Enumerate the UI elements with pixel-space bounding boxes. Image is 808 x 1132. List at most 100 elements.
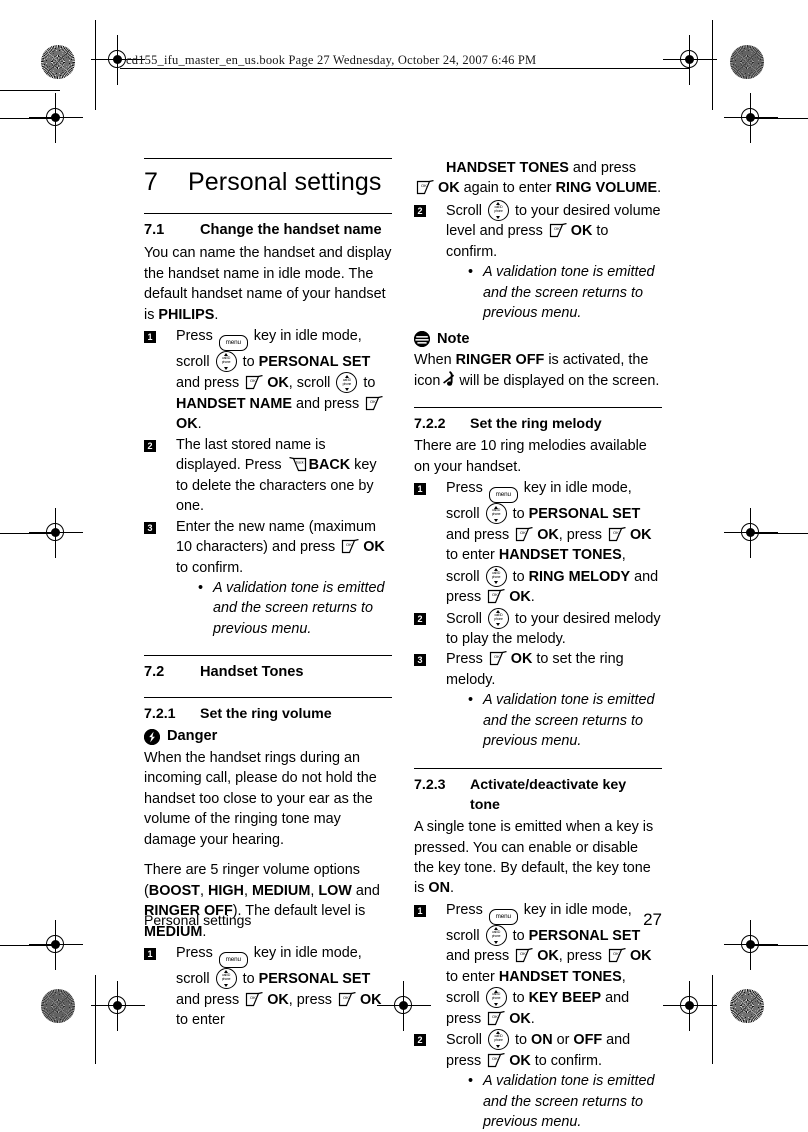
chapter-title: Personal settings <box>188 168 382 196</box>
list-item: 1 Press menu key in idle mode, scroll ca… <box>144 326 392 435</box>
ok-label: OK <box>537 526 559 543</box>
heading-7-2-1-number: 7.2.1 <box>144 706 176 723</box>
step-text: and press <box>176 991 240 1008</box>
ok-label: OK <box>438 180 460 197</box>
scroll-key-icon: call ID phone <box>487 1029 509 1051</box>
bullet-glyph: • <box>468 264 474 281</box>
svg-text:OK: OK <box>492 1056 498 1061</box>
bullet-glyph: • <box>468 1073 474 1090</box>
step-text: to <box>512 927 525 944</box>
section-7-2-2-rule <box>414 407 662 409</box>
list-item: • A validation tone is emitted and the sc… <box>468 690 662 751</box>
menu-item-personal-set: PERSONAL SET <box>258 971 371 988</box>
ok-key-icon: OK <box>415 180 435 196</box>
svg-text:OK: OK <box>370 399 376 404</box>
list-item: • A validation tone is emitted and the sc… <box>468 1071 662 1132</box>
scroll-key-icon: call ID phone <box>485 503 507 525</box>
scroll-down-arrow <box>224 366 229 370</box>
step-text: to enter <box>446 968 495 985</box>
bullet-text: A validation tone is emitted and the scr… <box>483 264 655 322</box>
step-number: 1 <box>414 483 426 496</box>
document-page: 7 Personal settings 7.1 Change the hands… <box>0 0 808 1130</box>
note-bullets: • A validation tone is emitted and the sc… <box>468 690 662 751</box>
step-text: Press <box>446 480 483 497</box>
option-boost: BOOST <box>148 882 200 899</box>
svg-text:OK: OK <box>613 530 619 535</box>
heading-7-2-1-title: Set the ring volume <box>200 706 332 723</box>
page-footer: Personal settings 27 <box>144 910 662 930</box>
heading-7-2: 7.2 Handset Tones <box>144 662 392 683</box>
step-text: Scroll <box>446 202 482 219</box>
menu-item-ringer-off: RINGER OFF <box>455 352 545 369</box>
ok-key-icon: OK <box>364 395 384 412</box>
heading-7-1: 7.1 Change the handset name <box>144 220 392 241</box>
danger-callout-title: Danger <box>144 726 392 747</box>
chapter-rule <box>144 158 392 159</box>
step-number: 2 <box>414 612 426 625</box>
section-7-2-1-rule <box>144 697 392 699</box>
step-body: The last stored name is displayed. Press… <box>176 435 392 517</box>
step-text: to <box>514 1032 527 1049</box>
section-7-1-rule <box>144 212 392 214</box>
step-text: to <box>242 354 255 371</box>
menu-item-key-beep: KEY BEEP <box>528 990 602 1007</box>
ok-label: OK <box>537 948 559 965</box>
steps-7-2-1-cont: 2 Scroll call ID phone to your desired vo… <box>414 199 662 324</box>
note-bullets: • A validation tone is emitted and the sc… <box>468 1071 662 1132</box>
ringer-off-icon <box>442 371 455 389</box>
ok-label: OK <box>363 539 385 556</box>
note-bullets: • A validation tone is emitted and the sc… <box>198 578 392 639</box>
scroll-label-phone: phone <box>491 996 501 1001</box>
steps-7-2-1: 1 Press menu key in idle mode, scroll ca… <box>144 943 392 1030</box>
ok-key-icon: OK <box>607 948 627 964</box>
scroll-down-arrow <box>494 581 499 585</box>
list-item: 1 Press menu key in idle mode, scroll ca… <box>144 943 392 1030</box>
step-body: Scroll call ID phone to ON or OFF and pre… <box>446 1029 662 1132</box>
scroll-down-arrow <box>494 519 499 523</box>
step-text: to enter <box>176 1011 225 1028</box>
step-text: , press <box>558 948 602 965</box>
lightning-bolt-icon <box>144 728 160 745</box>
step-number: 3 <box>414 654 426 667</box>
step-text: and press <box>446 526 510 543</box>
step-number: 1 <box>144 331 156 344</box>
ok-label: OK <box>267 991 289 1008</box>
ok-key-icon: OK <box>486 589 506 605</box>
list-item: • A validation tone is emitted and the sc… <box>198 578 392 639</box>
step-text: . <box>197 416 202 433</box>
ok-key-icon: OK <box>244 375 264 391</box>
ok-label: OK <box>509 1052 531 1069</box>
heading-7-2-3-line2: tone <box>470 796 500 813</box>
step-text: . <box>530 589 535 606</box>
heading-7-2-2-title: Set the ring melody <box>470 416 602 433</box>
step-text: and press <box>295 395 360 412</box>
step-text: or <box>556 1032 570 1049</box>
section-7-2-1-continuation: HANDSET TONES and press OK OK again to en… <box>414 158 662 199</box>
step-body: Press menu key in idle mode, scroll call… <box>446 478 662 607</box>
menu-item-ring-melody: RING MELODY <box>528 568 631 585</box>
step-number: 2 <box>414 1034 426 1047</box>
scroll-label-phone: phone <box>221 977 231 982</box>
heading-7-2-number: 7.2 <box>144 664 165 681</box>
scroll-label-phone: phone <box>221 360 231 365</box>
step-text: , press <box>288 991 332 1008</box>
scroll-label-phone: phone <box>491 574 501 579</box>
intro-period: . <box>450 880 454 897</box>
ok-key-icon: OK <box>488 651 508 667</box>
intro-period: . <box>214 306 219 323</box>
scroll-label-phone: phone <box>494 616 503 621</box>
step-text: Scroll <box>446 610 482 627</box>
menu-item-personal-set: PERSONAL SET <box>528 506 641 523</box>
default-handset-name: PHILIPS <box>158 306 215 323</box>
step-number: 1 <box>144 948 156 961</box>
ok-label: OK <box>629 948 652 965</box>
ok-label: OK <box>359 991 382 1008</box>
ok-key-icon: OK <box>607 526 627 543</box>
section-7-2-2-intro: There are 10 ring melodies available on … <box>414 438 647 475</box>
footer-page-number: 27 <box>643 910 662 929</box>
scroll-down-arrow <box>344 388 349 392</box>
back-label: BACK <box>308 457 351 474</box>
note-text: When RINGER OFF is activated, the icon w… <box>414 350 662 391</box>
scroll-down-arrow <box>496 215 501 219</box>
heading-7-2-1: 7.2.1 Set the ring volume <box>144 704 392 724</box>
